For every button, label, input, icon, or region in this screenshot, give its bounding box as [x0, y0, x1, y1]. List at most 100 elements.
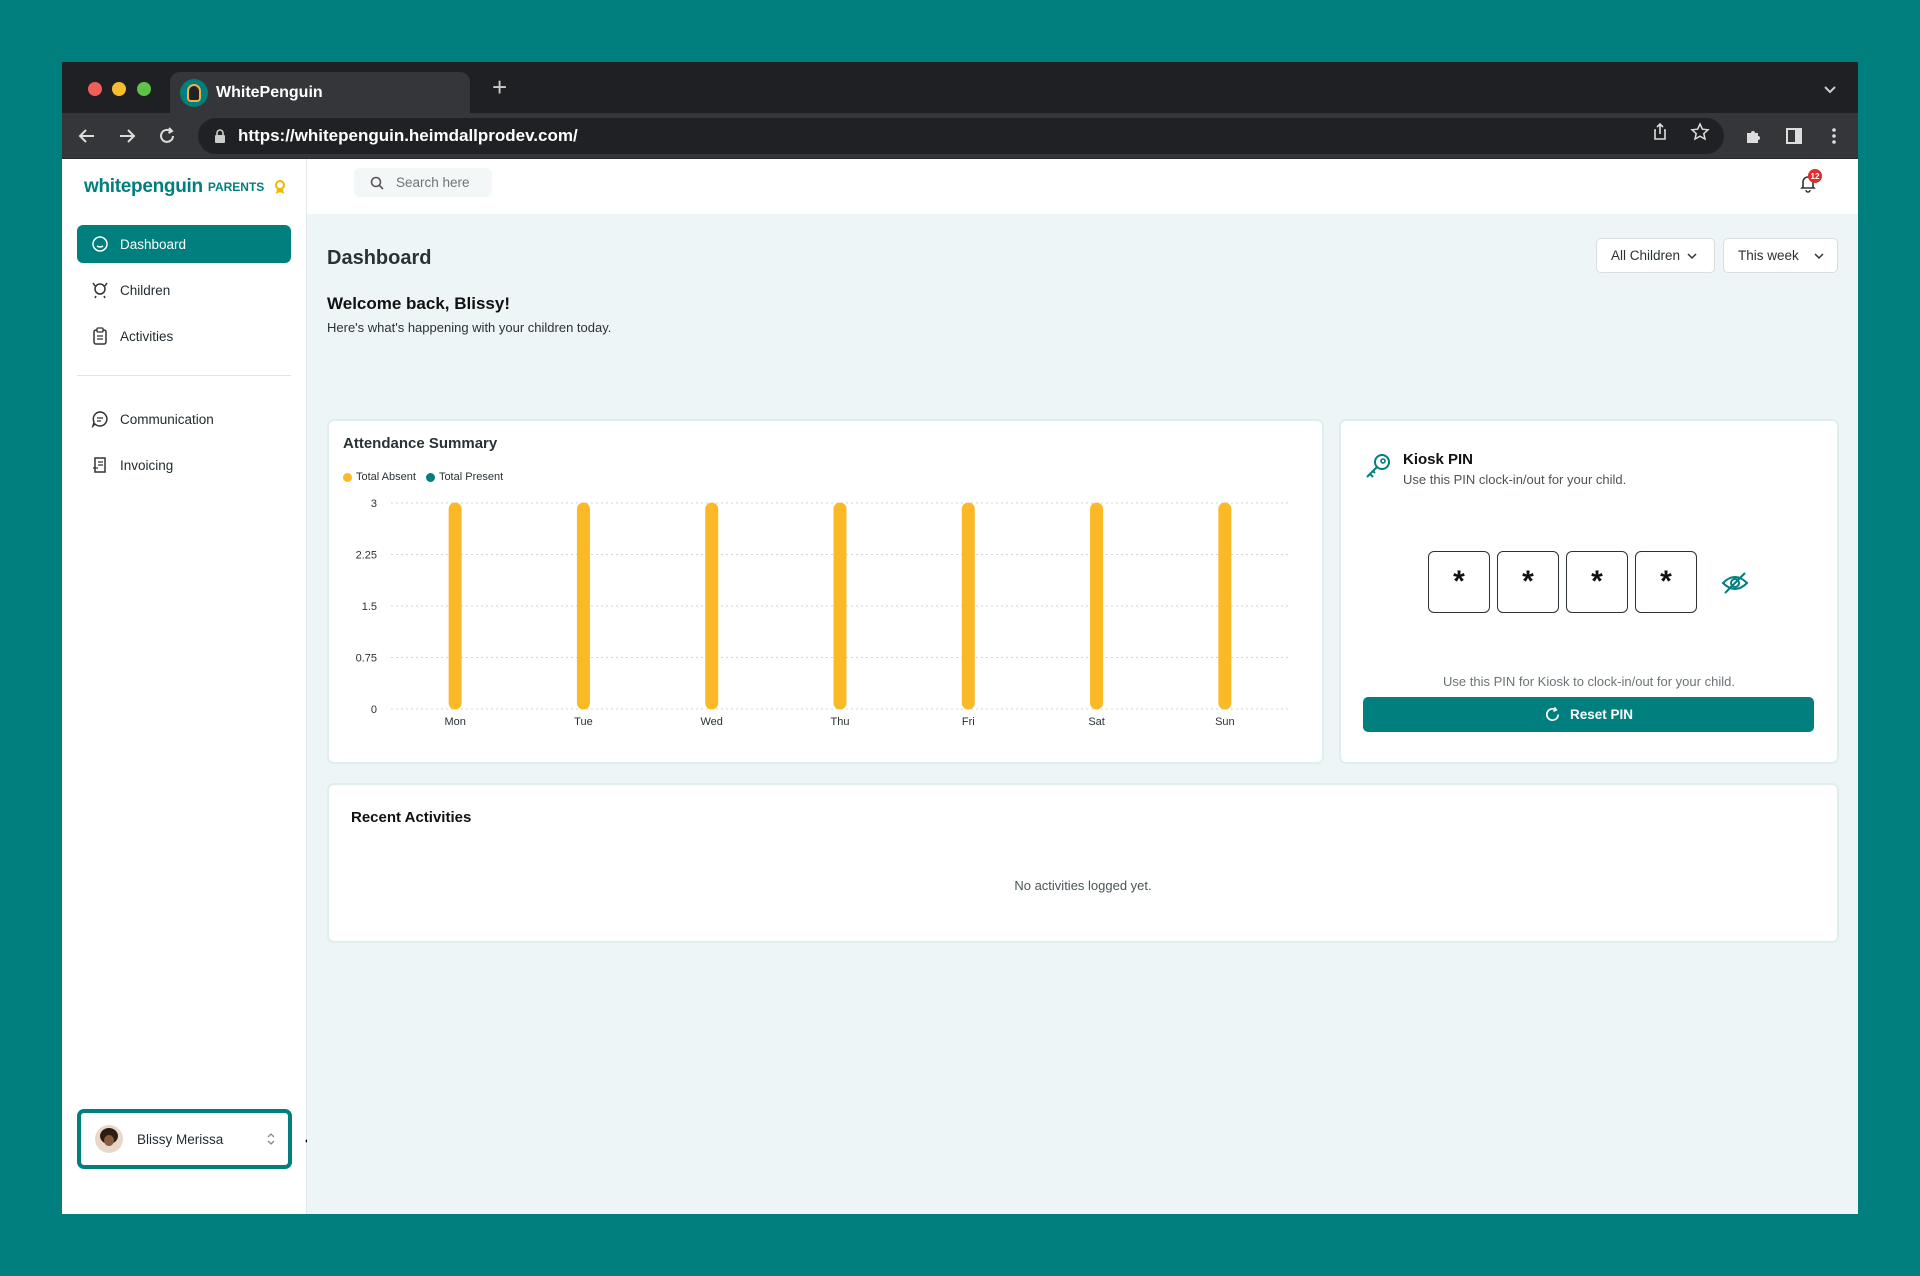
main-content: Search here 12 Dashboard All Children Th…	[307, 159, 1858, 1214]
kiosk-pin-title: Kiosk PIN	[1403, 451, 1474, 468]
bookmark-star-icon[interactable]	[1690, 122, 1710, 142]
address-bar[interactable]: https://whitepenguin.heimdallprodev.com/	[198, 118, 1724, 154]
eye-off-icon[interactable]	[1721, 569, 1749, 597]
empty-state-message: No activities logged yet.	[1014, 878, 1152, 893]
pin-digit: *	[1566, 551, 1628, 613]
y-tick-label: 2.25	[356, 550, 377, 562]
kiosk-pin-card: Kiosk PIN Use this PIN clock-in/out for …	[1339, 419, 1839, 764]
recent-activities-card: Recent Activities No activities logged y…	[327, 783, 1839, 943]
home-icon	[92, 236, 108, 252]
clipboard-icon	[93, 327, 107, 345]
logo-text: whitepenguin	[84, 176, 203, 197]
x-tick-label: Sat	[1088, 716, 1105, 728]
sidebar-item-label: Children	[120, 282, 171, 298]
legend-dot	[343, 472, 352, 482]
children-filter-dropdown[interactable]: All Children	[1596, 238, 1715, 273]
browser-tab[interactable]: WhitePenguin	[170, 72, 470, 113]
reset-pin-button[interactable]: Reset PIN	[1363, 697, 1814, 732]
search-placeholder: Search here	[396, 175, 470, 190]
children-filter-value: All Children	[1611, 248, 1681, 263]
attendance-title: Attendance Summary	[343, 435, 498, 452]
kiosk-pin-subtitle: Use this PIN clock-in/out for your child…	[1403, 472, 1627, 487]
welcome-heading: Welcome back, Blissy!	[327, 294, 510, 313]
extensions-puzzle-icon[interactable]	[1744, 126, 1764, 146]
maximize-window-button[interactable]	[137, 82, 151, 96]
tab-title: WhitePenguin	[216, 83, 323, 101]
user-name: Blissy Merissa	[137, 1131, 224, 1147]
chevron-down-icon	[1687, 252, 1697, 259]
chevron-down-icon	[1814, 252, 1824, 259]
child-icon	[92, 282, 108, 299]
sidebar-item-communication[interactable]: Communication	[77, 400, 291, 438]
period-filter-dropdown[interactable]: This week	[1723, 238, 1838, 273]
sidebar-divider	[77, 375, 291, 376]
badge-icon	[275, 180, 286, 194]
browser-toolbar: https://whitepenguin.heimdallprodev.com/	[62, 113, 1858, 159]
back-arrow-icon[interactable]	[76, 125, 98, 147]
invoice-icon	[93, 457, 106, 473]
sidebar-item-children[interactable]: Children	[77, 271, 291, 309]
tab-bar: WhitePenguin +	[62, 62, 1858, 113]
new-tab-button[interactable]: +	[492, 72, 507, 102]
y-tick-label: 1.5	[362, 601, 377, 613]
sidebar-item-label: Dashboard	[120, 236, 187, 252]
refresh-icon	[1545, 706, 1560, 721]
period-filter-value: This week	[1738, 248, 1799, 263]
legend-label: Total Present	[438, 471, 504, 483]
logo-subtitle: PARENTS	[207, 180, 265, 194]
browser-window: WhitePenguin + https://whitepenguin.heim…	[62, 62, 1858, 1214]
app-logo[interactable]: whitepenguin PARENTS	[84, 176, 288, 198]
more-menu-icon[interactable]	[1824, 126, 1844, 146]
recent-activities-title: Recent Activities	[351, 809, 472, 826]
y-tick-label: 3	[371, 498, 377, 510]
reload-icon[interactable]	[156, 125, 178, 147]
pin-display: * * * *	[1428, 551, 1704, 613]
attendance-summary-card: Attendance Summary Total Absent Total Pr…	[327, 419, 1324, 764]
x-tick-label: Fri	[962, 716, 975, 728]
user-profile-menu[interactable]: Blissy Merissa	[77, 1109, 292, 1169]
y-tick-label: 0	[371, 704, 377, 716]
penguin-favicon-icon	[180, 78, 208, 107]
sidebar-item-activities[interactable]: Activities	[77, 317, 291, 355]
sidebar-item-label: Communication	[120, 411, 214, 427]
y-tick-label: 0.75	[356, 653, 377, 665]
key-icon	[1366, 454, 1390, 478]
chevron-down-icon[interactable]	[1820, 79, 1840, 99]
x-tick-label: Mon	[444, 716, 465, 728]
legend-dot	[425, 472, 435, 482]
chart-legend: Total Absent Total Present	[343, 471, 513, 483]
search-input[interactable]: Search here	[354, 168, 492, 197]
pin-digit: *	[1428, 551, 1490, 613]
sidebar-item-invoicing[interactable]: Invoicing	[77, 446, 291, 484]
avatar	[95, 1125, 123, 1153]
sidebar-item-label: Activities	[120, 328, 174, 344]
x-tick-label: Thu	[831, 716, 850, 728]
pin-digit: *	[1635, 551, 1697, 613]
close-window-button[interactable]	[88, 82, 102, 96]
notification-badge: 12	[1808, 169, 1822, 183]
x-tick-label: Wed	[701, 716, 723, 728]
x-tick-label: Tue	[574, 716, 593, 728]
legend-item-absent[interactable]: Total Absent	[343, 471, 416, 483]
reset-pin-label: Reset PIN	[1569, 707, 1634, 722]
kiosk-pin-hint: Use this PIN for Kiosk to clock-in/out f…	[1443, 674, 1735, 689]
share-icon[interactable]	[1650, 122, 1670, 142]
sidebar-item-dashboard[interactable]: Dashboard	[77, 225, 291, 263]
sidebar: whitepenguin PARENTS Dashboard Children …	[62, 159, 307, 1214]
forward-arrow-icon[interactable]	[116, 125, 138, 147]
chat-icon	[91, 411, 108, 428]
sidebar-nav: Dashboard Children Activities Communicat…	[77, 225, 291, 492]
welcome-subtitle: Here's what's happening with your childr…	[327, 320, 612, 335]
legend-item-present[interactable]: Total Present	[425, 471, 504, 483]
attendance-bar-chart: 0 0.75 1.5 2.25 3 Mon Tue Wed Thu Fri Sat Sun	[356, 498, 1289, 728]
lock-icon	[215, 129, 225, 143]
search-icon	[370, 176, 384, 190]
legend-label: Total Absent	[356, 471, 416, 483]
sidebar-item-label: Invoicing	[120, 457, 174, 473]
side-panel-icon[interactable]	[1784, 126, 1804, 146]
minimize-window-button[interactable]	[112, 82, 126, 96]
pin-digit: *	[1497, 551, 1559, 613]
page-title: Dashboard	[327, 247, 432, 269]
top-bar: Search here 12	[307, 159, 1858, 214]
chevron-up-down-icon	[267, 1133, 275, 1145]
